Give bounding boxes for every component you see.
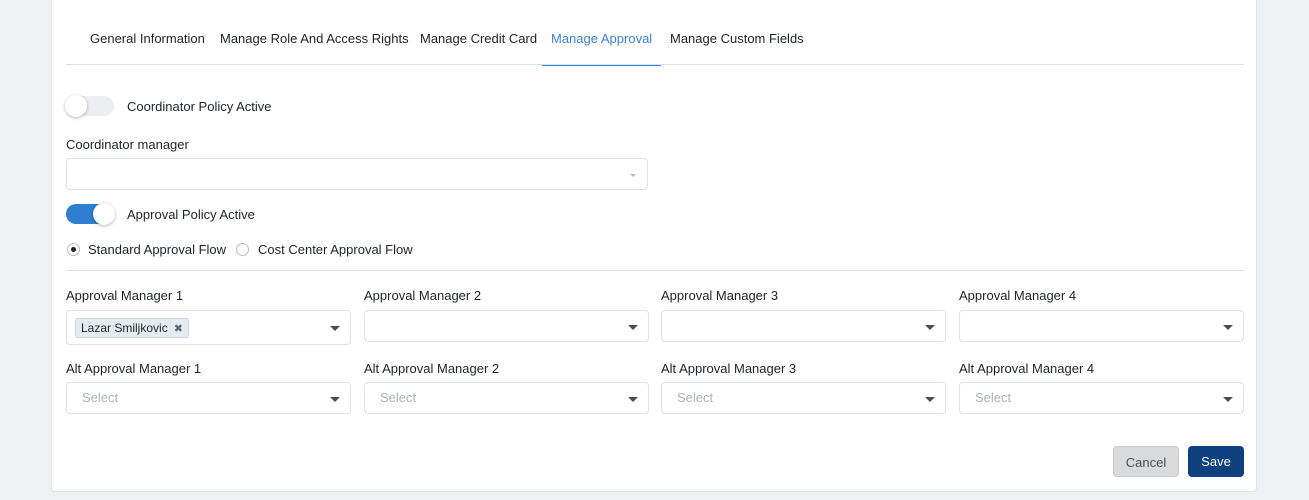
save-button[interactable]: Save [1188, 446, 1244, 477]
approval-manager-3-label: Approval Manager 3 [661, 288, 779, 303]
tab-manage-custom-fields[interactable]: Manage Custom Fields [670, 0, 804, 65]
approval-policy-label: Approval Policy Active [127, 207, 255, 222]
approval-manager-2-select[interactable] [364, 310, 649, 342]
tab-manage-role-and-access-rights[interactable]: Manage Role And Access Rights [220, 0, 409, 65]
chevron-down-icon [628, 325, 638, 330]
standard-approval-flow-label[interactable]: Standard Approval Flow [88, 242, 226, 257]
coordinator-manager-label: Coordinator manager [66, 137, 189, 152]
approval-policy-toggle[interactable] [66, 203, 115, 225]
alt-approval-manager-3-select[interactable]: Select [661, 382, 946, 414]
chevron-down-icon [925, 397, 935, 402]
select-placeholder: Select [380, 390, 417, 405]
alt-approval-manager-4-select[interactable]: Select [959, 382, 1244, 414]
coordinator-policy-toggle[interactable] [65, 95, 114, 117]
approval-manager-1-select[interactable]: Lazar Smiljkovic ✖ [66, 310, 351, 345]
alt-approval-manager-1-select[interactable]: Select [66, 382, 351, 414]
selected-manager-chip: Lazar Smiljkovic ✖ [75, 318, 189, 338]
approval-manager-2-label: Approval Manager 2 [364, 288, 482, 303]
chevron-down-icon [330, 397, 340, 402]
approval-manager-1-label: Approval Manager 1 [66, 288, 184, 303]
cost-center-approval-flow-radio[interactable] [236, 243, 249, 256]
approval-manager-4-label: Approval Manager 4 [959, 288, 1077, 303]
chevron-down-icon [630, 174, 636, 177]
approval-manager-3-select[interactable] [661, 310, 946, 342]
remove-chip-icon[interactable]: ✖ [174, 322, 183, 335]
chevron-down-icon [1223, 325, 1233, 330]
chevron-down-icon [330, 326, 340, 331]
tab-manage-approval[interactable]: Manage Approval [541, 0, 662, 66]
chevron-down-icon [1223, 397, 1233, 402]
coordinator-policy-label: Coordinator Policy Active [127, 99, 272, 114]
alt-approval-manager-4-label: Alt Approval Manager 4 [959, 361, 1095, 376]
standard-approval-flow-radio[interactable] [67, 243, 80, 256]
chevron-down-icon [925, 325, 935, 330]
coordinator-manager-select[interactable] [66, 158, 648, 190]
select-placeholder: Select [677, 390, 714, 405]
alt-approval-manager-2-select[interactable]: Select [364, 382, 649, 414]
cancel-button[interactable]: Cancel [1113, 446, 1179, 477]
tab-general-information[interactable]: General Information [90, 0, 205, 65]
alt-approval-manager-2-label: Alt Approval Manager 2 [364, 361, 500, 376]
cost-center-approval-flow-label[interactable]: Cost Center Approval Flow [258, 242, 413, 257]
chevron-down-icon [628, 397, 638, 402]
alt-approval-manager-1-label: Alt Approval Manager 1 [66, 361, 202, 376]
tab-bar: General Information Manage Role And Acce… [66, 0, 1244, 66]
toggle-knob [65, 95, 87, 117]
select-placeholder: Select [82, 390, 119, 405]
toggle-knob [93, 203, 115, 225]
approval-settings-card: General Information Manage Role And Acce… [51, 0, 1257, 492]
alt-approval-manager-3-label: Alt Approval Manager 3 [661, 361, 797, 376]
section-divider [66, 270, 1244, 271]
tab-manage-credit-card[interactable]: Manage Credit Card [420, 0, 537, 65]
approval-manager-4-select[interactable] [959, 310, 1244, 342]
select-placeholder: Select [975, 390, 1012, 405]
selected-manager-name: Lazar Smiljkovic [81, 321, 168, 335]
